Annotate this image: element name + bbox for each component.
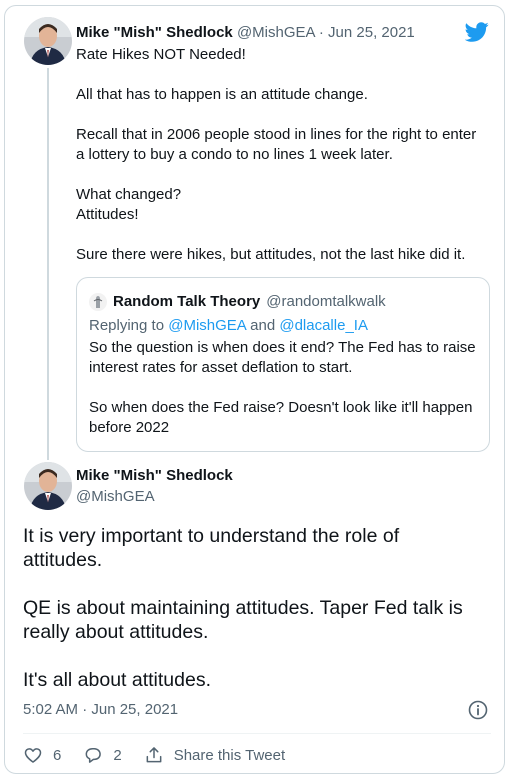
main-tweet-text: It is very important to understand the r… [23,524,493,692]
quoted-line: So when does the Fed raise? Doesn't look… [89,399,473,416]
parent-line: a lottery to buy a condo to no lines 1 w… [76,146,393,163]
info-icon[interactable] [467,699,489,721]
quoted-line: So the question is when does it end? The… [89,339,476,356]
parent-date[interactable]: Jun 25, 2021 [328,24,415,41]
quoted-avatar[interactable] [89,293,107,311]
main-display-name[interactable]: Mike "Mish" Shedlock [76,466,233,486]
reply-icon [85,748,102,763]
reply-button[interactable]: 2 [83,745,122,765]
avatar[interactable] [24,462,72,510]
share-icon [146,747,162,763]
main-line: attitudes. [23,549,103,571]
like-count: 6 [53,746,62,764]
mention-link[interactable]: @dlacalle_IA [279,317,368,334]
replying-prefix: Replying to [89,317,165,334]
main-line: It is very important to understand the r… [23,525,400,547]
quoted-line: interest rates for asset deflation to st… [89,359,353,376]
reply-count: 2 [113,746,122,764]
quoted-tweet-text: So the question is when does it end? The… [89,338,479,438]
main-line: really about attitudes. [23,621,209,643]
quoted-line: before 2022 [89,419,170,436]
main-line: QE is about maintaining attitudes. Taper… [23,597,463,619]
avatar[interactable] [24,17,72,65]
quoted-tweet[interactable]: Random Talk Theory @randomtalkwalk Reply… [76,277,490,452]
parent-handle[interactable]: @MishGEA [237,24,315,41]
parent-line: Rate Hikes NOT Needed! [76,46,246,63]
parent-display-name[interactable]: Mike "Mish" Shedlock [76,24,233,41]
parent-line: Recall that in 2006 people stood in line… [76,126,477,143]
main-handle[interactable]: @MishGEA [76,487,155,507]
heart-icon [24,748,42,763]
parent-line: All that has to happen is an attitude ch… [76,86,368,103]
tweet-actions: 6 2 Share this Tweet [23,740,307,770]
parent-tweet-text: Rate Hikes NOT Needed! All that has to h… [76,45,496,265]
main-line: It's all about attitudes. [23,669,212,691]
twitter-logo-icon[interactable] [465,20,489,44]
like-button[interactable]: 6 [23,745,61,765]
share-label: Share this Tweet [173,746,286,764]
tweet-embed-card: Mike "Mish" Shedlock @MishGEA · Jun 25, … [4,5,505,774]
thread-connector-line [47,68,49,460]
tweet-timestamp[interactable]: 5:02 AM · Jun 25, 2021 [23,700,178,720]
parent-line: Sure there were hikes, but attitudes, no… [76,246,466,263]
actions-divider [23,733,491,734]
header-separator: · [318,24,324,41]
replying-to: Replying to @MishGEA and @dlacalle_IA [89,316,368,336]
parent-line: What changed? [76,186,182,203]
share-button[interactable]: Share this Tweet [144,745,285,765]
quoted-tweet-header: Random Talk Theory @randomtalkwalk [89,292,386,312]
mention-link[interactable]: @MishGEA [168,317,246,334]
parent-line: Attitudes! [76,206,139,223]
parent-tweet-header: Mike "Mish" Shedlock @MishGEA · Jun 25, … [76,23,415,43]
replying-and: and [250,317,276,334]
quoted-display-name[interactable]: Random Talk Theory [113,292,260,312]
quoted-handle[interactable]: @randomtalkwalk [266,292,385,312]
